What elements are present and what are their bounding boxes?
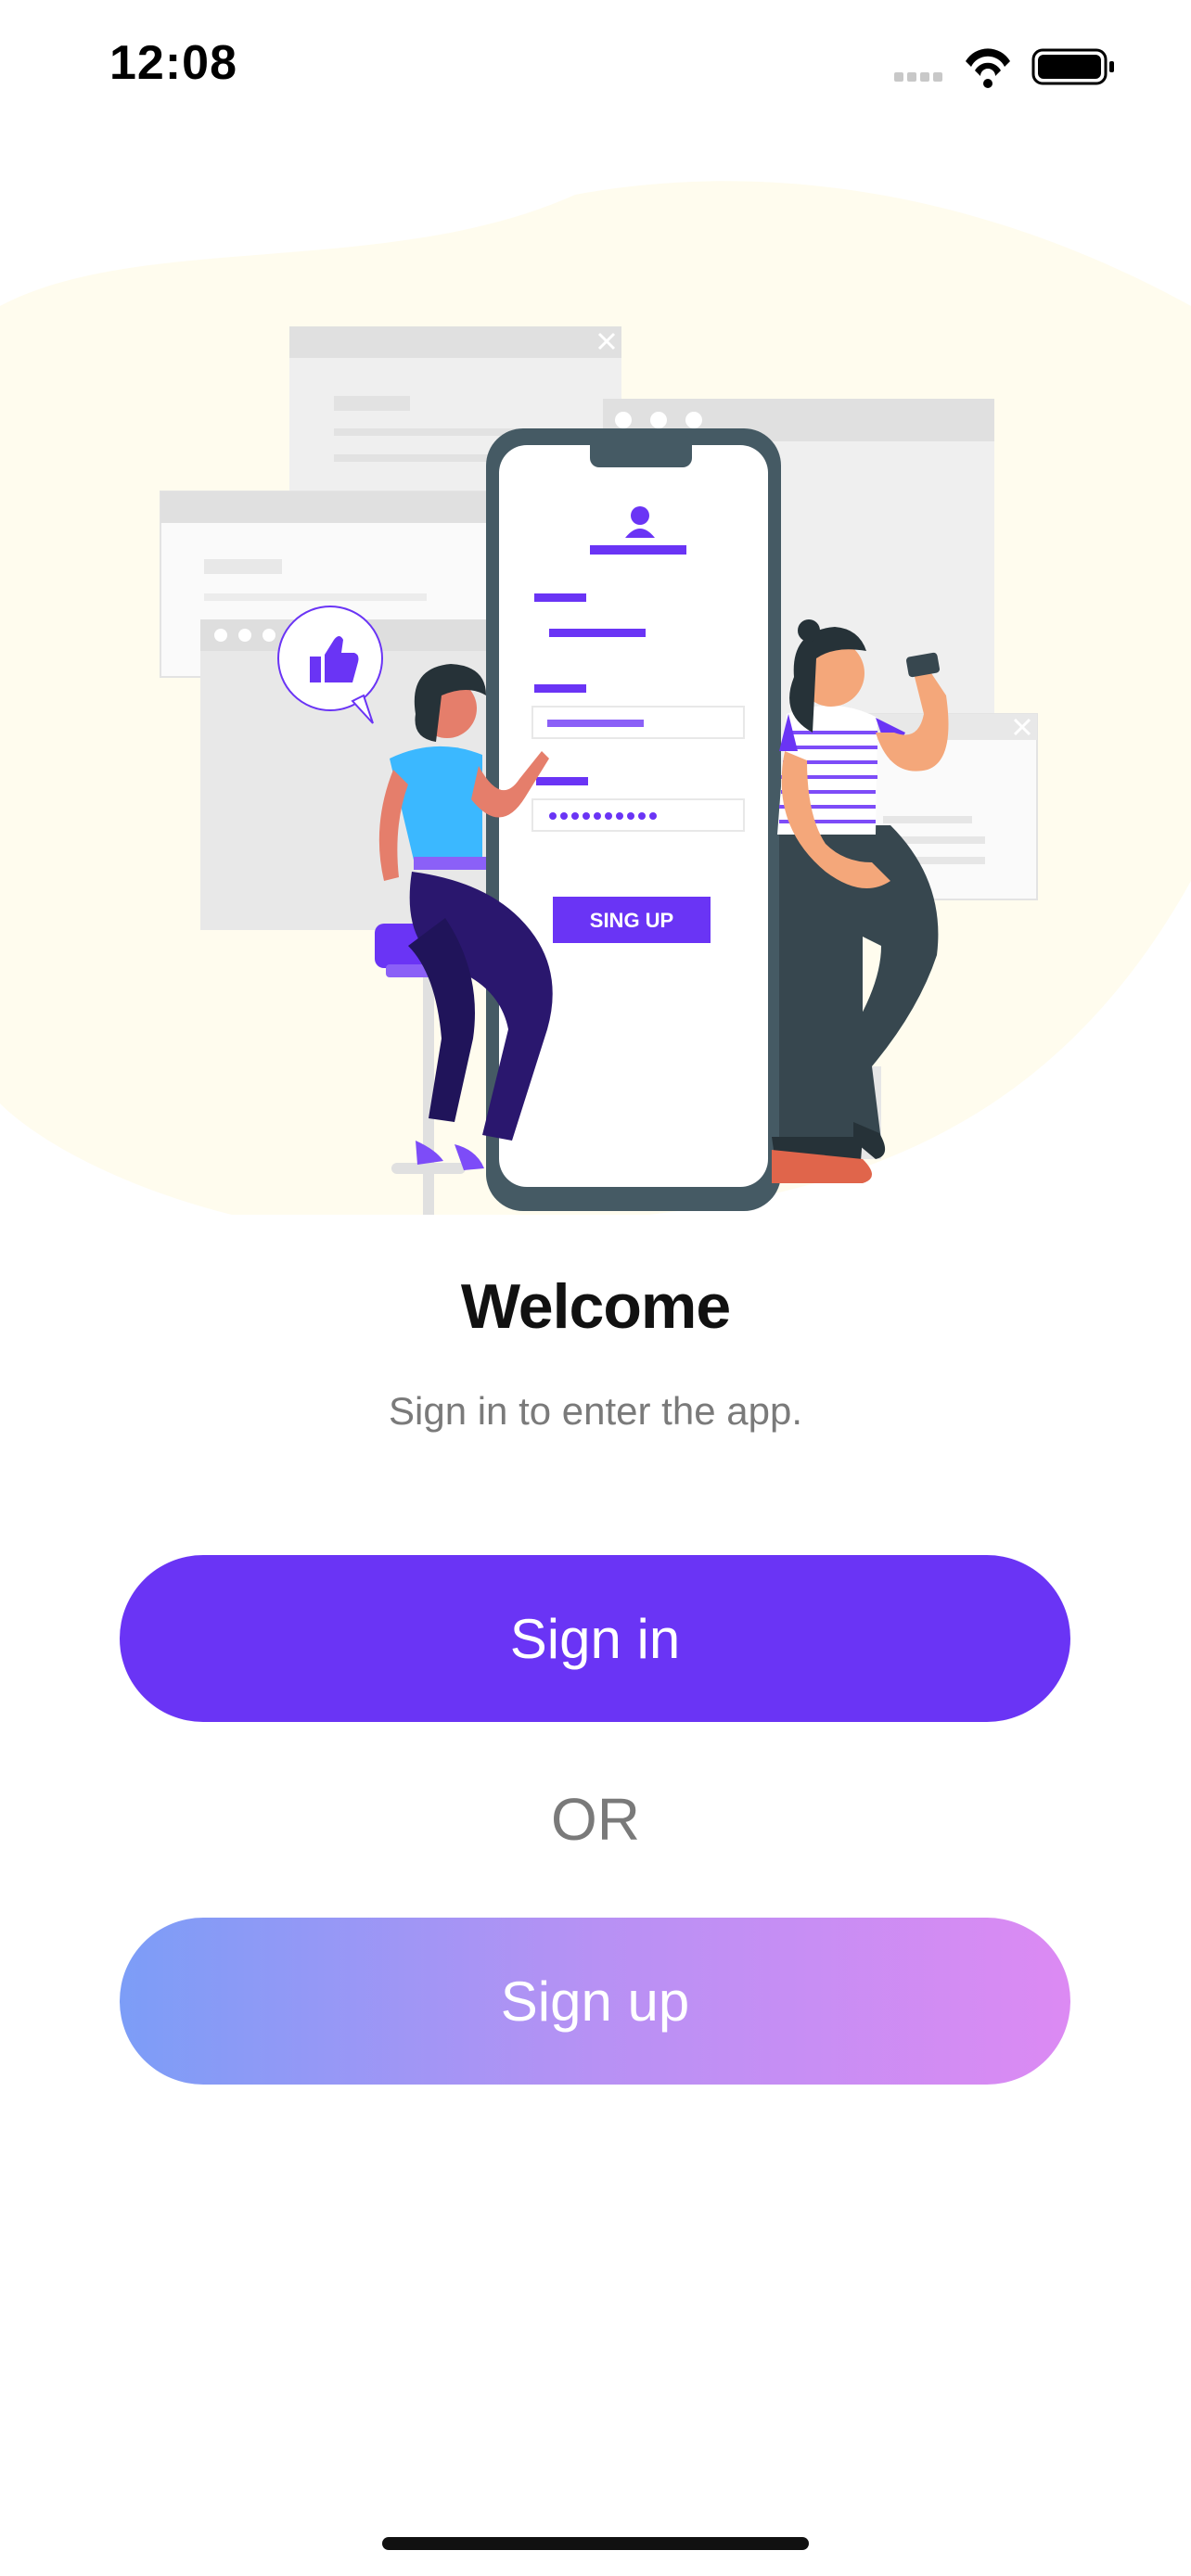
or-divider-label: OR (551, 1786, 640, 1853)
wifi-icon (966, 48, 1010, 88)
status-bar: 12:08 (0, 0, 1191, 139)
phone-signup-button-label: SING UP (590, 909, 673, 932)
phone-mockup (486, 428, 781, 1211)
cellular-signal-icon (894, 72, 942, 82)
welcome-subtitle: Sign in to enter the app. (389, 1389, 802, 1433)
battery-icon (1031, 48, 1114, 85)
home-indicator[interactable] (382, 2537, 809, 2550)
status-time: 12:08 (109, 36, 237, 90)
sign-in-button[interactable]: Sign in (120, 1555, 1070, 1722)
sign-up-button[interactable]: Sign up (120, 1918, 1070, 2085)
hero-illustration: SING UP (0, 176, 1191, 1215)
status-icons (894, 45, 1117, 91)
welcome-title: Welcome (460, 1271, 731, 1342)
